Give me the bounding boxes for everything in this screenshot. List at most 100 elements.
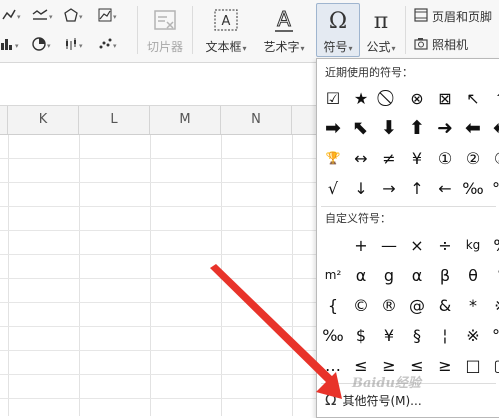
pie-chart-button[interactable]: ▾ [32, 37, 51, 54]
recent-symbol[interactable]: ↑ [403, 173, 431, 203]
custom-symbol[interactable]: @ [403, 290, 431, 320]
custom-symbol[interactable]: ° [487, 260, 499, 290]
custom-symbol[interactable]: ≥ [431, 350, 459, 380]
custom-symbol[interactable]: & [431, 290, 459, 320]
custom-symbol[interactable]: { [319, 290, 347, 320]
recent-symbol[interactable]: ‰ [459, 173, 487, 203]
bar-chart-icon [0, 37, 14, 54]
slicer-button[interactable]: 切片器 [144, 4, 186, 56]
recent-symbol[interactable]: ☑ [319, 83, 347, 113]
column-header[interactable] [0, 106, 8, 134]
stock-chart-button[interactable]: ▾ [64, 37, 83, 54]
chevron-down-icon: ▾ [15, 41, 19, 50]
custom-symbol[interactable]: $ [347, 320, 375, 350]
recent-symbol[interactable]: ⬆ [487, 83, 499, 113]
recent-symbol[interactable]: ➜ [431, 113, 459, 143]
custom-symbol[interactable]: ▢ [487, 350, 499, 380]
recent-symbol[interactable]: ③ [487, 143, 499, 173]
recent-symbol[interactable]: ↖ [459, 83, 487, 113]
custom-symbol[interactable]: ÷ [431, 230, 459, 260]
recent-symbol[interactable]: ⬅ [459, 113, 487, 143]
recent-symbol[interactable]: ← [431, 173, 459, 203]
custom-symbol[interactable]: © [347, 290, 375, 320]
recent-symbol[interactable]: ⃠ [375, 83, 403, 113]
custom-symbol[interactable]: ※ [459, 320, 487, 350]
column-header-l[interactable]: L [79, 106, 150, 134]
custom-symbol[interactable]: g [375, 260, 403, 290]
area-chart-button[interactable]: ▾ [98, 8, 117, 25]
custom-symbol[interactable]: kg [459, 230, 487, 260]
custom-symbol[interactable]: α [403, 260, 431, 290]
recent-symbol[interactable]: ★ [347, 83, 375, 113]
custom-symbol[interactable] [319, 230, 347, 260]
recent-symbol[interactable]: ℃ [487, 173, 499, 203]
recent-symbol[interactable]: ⬉ [347, 113, 375, 143]
scatter-chart-button[interactable]: ▾ [98, 37, 117, 54]
custom-symbol[interactable]: □ [459, 350, 487, 380]
pentagon-chart-button[interactable]: ▾ [64, 8, 83, 25]
header-footer-button[interactable]: 页眉和页脚 [414, 8, 492, 25]
svg-text:Ω: Ω [329, 9, 347, 33]
recent-symbol[interactable]: 🏆 [319, 143, 347, 173]
recent-symbol[interactable]: ⬇ [375, 113, 403, 143]
symbol-dropdown: 近期使用的符号： ☑★⃠⊗⊠↖⬆➡⬉⬇⬆➜⬅⬅🏆↔≠¥①②③√↓→↑←‰℃ 自定… [316, 58, 499, 418]
symbol-button[interactable]: Ω 符号▾ [316, 3, 360, 57]
chevron-down-icon: ▾ [49, 12, 53, 21]
recent-symbol[interactable]: ⊗ [403, 83, 431, 113]
recent-symbol[interactable]: ⊠ [431, 83, 459, 113]
custom-symbols-title: 自定义符号： [325, 212, 391, 225]
divider [321, 206, 496, 207]
chevron-down-icon: ▾ [79, 41, 83, 50]
custom-symbol[interactable]: × [403, 230, 431, 260]
recent-symbol[interactable]: ② [459, 143, 487, 173]
custom-symbol[interactable]: % [487, 230, 499, 260]
textbox-button[interactable]: A 文本框▾ [200, 4, 252, 56]
custom-symbol[interactable]: … [319, 350, 347, 380]
recent-symbol[interactable]: ↓ [347, 173, 375, 203]
slicer-icon [153, 4, 177, 36]
custom-symbol[interactable]: ※ [487, 290, 499, 320]
custom-symbol[interactable]: — [375, 230, 403, 260]
line-chart2-button[interactable]: ▾ [32, 8, 53, 25]
watermark: Baidu经验 [352, 376, 421, 391]
ribbon-divider [137, 6, 138, 54]
custom-symbol[interactable]: ℃ [487, 320, 499, 350]
wordart-label: 艺术字 [263, 40, 300, 54]
formula-button[interactable]: π 公式▾ [362, 4, 400, 56]
column-header-n[interactable]: N [221, 106, 292, 134]
omega-icon: Ω [325, 391, 337, 409]
recent-symbol[interactable]: ⬆ [403, 113, 431, 143]
radar-icon [64, 8, 78, 25]
recent-symbol[interactable]: → [375, 173, 403, 203]
custom-symbol[interactable]: ‰ [319, 320, 347, 350]
custom-symbol[interactable]: α [347, 260, 375, 290]
camera-button[interactable]: 照相机 [414, 36, 468, 53]
custom-symbol[interactable]: * [459, 290, 487, 320]
custom-symbol[interactable]: m² [319, 260, 347, 290]
wordart-button[interactable]: A 艺术字▾ [258, 4, 310, 56]
custom-symbol[interactable]: β [431, 260, 459, 290]
header-footer-label: 页眉和页脚 [432, 10, 493, 24]
custom-symbol[interactable]: ¦ [431, 320, 459, 350]
scatter-icon [98, 37, 112, 54]
line-chart-button[interactable]: ▾ [2, 8, 21, 25]
recent-symbol[interactable]: ➡ [319, 113, 347, 143]
custom-symbol[interactable]: θ [459, 260, 487, 290]
recent-symbol[interactable]: ≠ [375, 143, 403, 173]
recent-symbol[interactable]: ↔ [347, 143, 375, 173]
recent-symbol[interactable]: √ [319, 173, 347, 203]
bar-chart-button[interactable]: ▾ [0, 37, 19, 54]
svg-text:π: π [374, 9, 388, 33]
pi-icon: π [368, 4, 394, 36]
custom-symbol[interactable]: + [347, 230, 375, 260]
recent-symbol[interactable]: ⬅ [487, 113, 499, 143]
custom-symbol[interactable]: ® [375, 290, 403, 320]
recent-symbol[interactable]: ① [431, 143, 459, 173]
ribbon-toolbar: ▾ ▾ ▾ ▾ ▾ ▾ ▾ ▾ 切片器 A 文本框▾ A 艺术字▾ Ω 符号▾ … [0, 0, 499, 63]
textbox-icon: A [213, 4, 239, 36]
custom-symbol[interactable]: ¥ [375, 320, 403, 350]
column-header-m[interactable]: M [150, 106, 221, 134]
custom-symbol[interactable]: § [403, 320, 431, 350]
recent-symbol[interactable]: ¥ [403, 143, 431, 173]
column-header-k[interactable]: K [8, 106, 79, 134]
